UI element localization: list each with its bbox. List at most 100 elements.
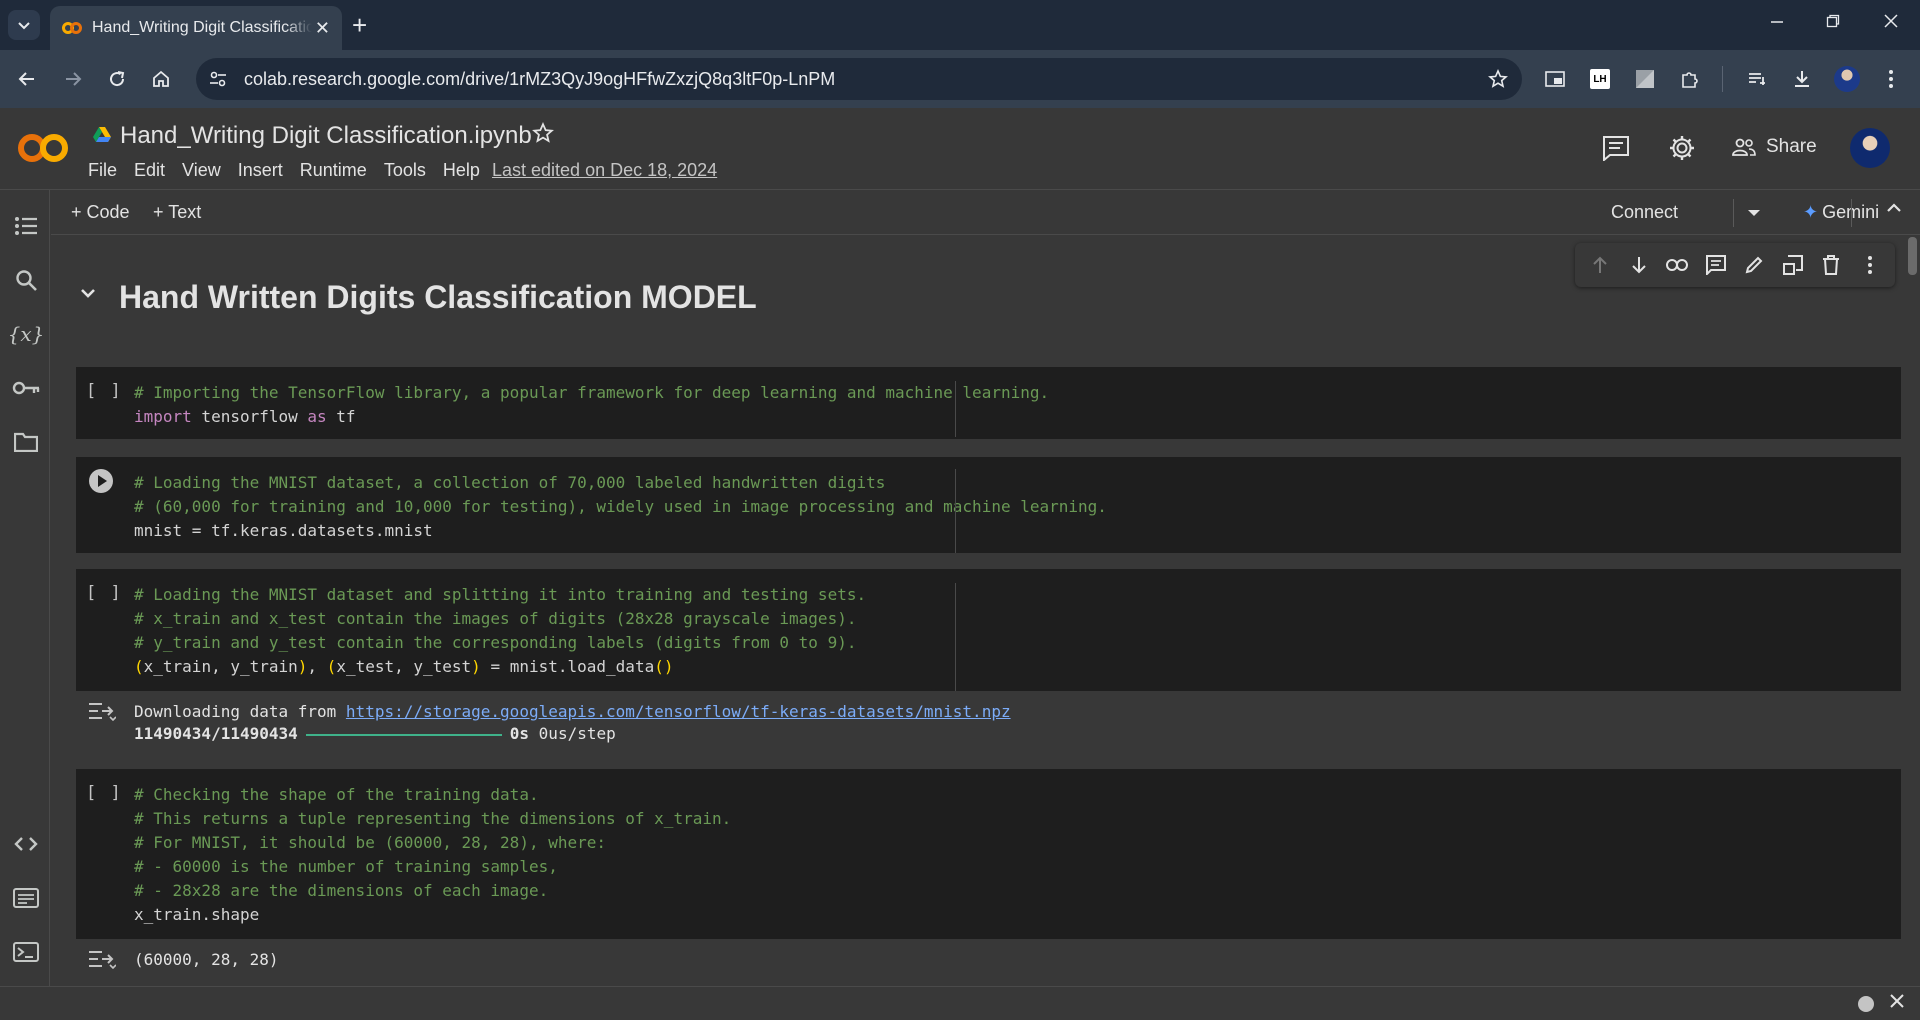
gemini-spark-icon: ✦ — [1803, 202, 1819, 222]
mirror-in-tab-icon[interactable] — [1779, 251, 1807, 279]
tab-close-icon[interactable]: ✕ — [315, 18, 330, 39]
code-editor[interactable]: # Checking the shape of the training dat… — [134, 783, 731, 927]
variables-icon[interactable]: {𝑥} — [8, 320, 45, 348]
progress-time: 0s — [509, 724, 530, 743]
home-icon[interactable] — [148, 66, 174, 92]
more-vert-icon[interactable] — [1878, 66, 1904, 92]
notebook-scrollbar[interactable] — [1904, 235, 1920, 986]
code-cell[interactable]: [ ] # Importing the TensorFlow library, … — [76, 367, 1901, 439]
menu-file[interactable]: File — [88, 160, 117, 181]
runtime-status-icon[interactable] — [1858, 996, 1874, 1012]
google-drive-icon[interactable] — [92, 126, 112, 144]
notebook-toolbar: + Code + Text Connect ✦Gemini — [51, 191, 1920, 235]
link-icon[interactable] — [1663, 251, 1691, 279]
ruler-guide — [955, 469, 956, 553]
dataset-url-link[interactable]: https://storage.googleapis.com/tensorflo… — [346, 702, 1011, 721]
account-avatar[interactable] — [1850, 128, 1890, 168]
menu-view[interactable]: View — [182, 160, 221, 181]
url-text[interactable]: colab.research.google.com/drive/1rMZ3QyJ… — [244, 69, 835, 90]
search-icon[interactable] — [12, 266, 40, 294]
code-editor[interactable]: # Loading the MNIST dataset, a collectio… — [134, 471, 1107, 543]
move-cell-up-icon[interactable] — [1586, 251, 1614, 279]
code-line: # - 60000 is the number of training samp… — [134, 857, 558, 876]
move-cell-down-icon[interactable] — [1625, 251, 1653, 279]
collapse-section-icon[interactable] — [79, 287, 97, 306]
menu-edit[interactable]: Edit — [134, 160, 165, 181]
puzzle-icon[interactable] — [1677, 66, 1703, 92]
menu-tools[interactable]: Tools — [384, 160, 426, 181]
extension-icon[interactable] — [1632, 66, 1658, 92]
add-comment-icon[interactable] — [1702, 251, 1730, 279]
media-controls-icon[interactable] — [1744, 66, 1770, 92]
notebook-body: Hand Written Digits Classification MODEL… — [51, 235, 1904, 986]
secrets-key-icon[interactable] — [12, 374, 40, 402]
menu-insert[interactable]: Insert — [238, 160, 283, 181]
files-folder-icon[interactable] — [12, 428, 40, 456]
share-label: Share — [1766, 136, 1817, 157]
run-cell-play-icon[interactable] — [89, 469, 113, 493]
browser-toolbar: colab.research.google.com/drive/1rMZ3QyJ… — [0, 50, 1920, 108]
address-bar[interactable]: colab.research.google.com/drive/1rMZ3QyJ… — [196, 58, 1522, 100]
new-tab-button[interactable]: + — [352, 10, 367, 40]
browser-tab[interactable]: Hand_Writing Digit Classificatio ✕ — [50, 6, 342, 50]
connect-button[interactable]: Connect — [1611, 202, 1678, 223]
gemini-button[interactable]: ✦Gemini — [1803, 202, 1879, 223]
output-actions-icon[interactable] — [88, 701, 117, 726]
scrollbar-thumb[interactable] — [1908, 237, 1917, 275]
toolbar-divider — [1851, 199, 1852, 227]
settings-gear-icon[interactable] — [1666, 132, 1698, 164]
star-notebook-icon[interactable] — [532, 122, 554, 151]
comments-icon[interactable] — [1600, 132, 1632, 164]
cell-run-bracket[interactable]: [ ] — [86, 583, 123, 603]
code-keyword: import — [134, 407, 192, 426]
close-status-icon[interactable] — [1890, 991, 1904, 1014]
table-of-contents-icon[interactable] — [12, 212, 40, 240]
cell-toolbar — [1575, 243, 1895, 287]
minimize-window-icon[interactable] — [1770, 12, 1784, 33]
colab-logo-icon[interactable] — [16, 130, 72, 166]
last-edited-link[interactable]: Last edited on Dec 18, 2024 — [492, 160, 717, 181]
delete-trash-icon[interactable] — [1817, 251, 1845, 279]
download-icon[interactable] — [1789, 66, 1815, 92]
more-vert-icon[interactable] — [1856, 251, 1884, 279]
collapse-header-icon[interactable] — [1885, 199, 1903, 222]
share-button[interactable]: Share — [1732, 136, 1817, 158]
code-cell[interactable]: [ ] # Loading the MNIST dataset and spli… — [76, 569, 1901, 691]
command-palette-icon[interactable] — [12, 884, 40, 912]
site-settings-icon[interactable] — [208, 69, 228, 89]
add-code-button[interactable]: + Code — [71, 202, 130, 223]
forward-arrow-icon[interactable] — [60, 66, 86, 92]
lighthouse-icon[interactable]: LH — [1587, 66, 1613, 92]
left-sidebar: {𝑥} — [0, 190, 50, 986]
add-text-button[interactable]: + Text — [153, 202, 201, 223]
back-arrow-icon[interactable] — [14, 66, 40, 92]
code-bracket: ) — [297, 657, 308, 676]
section-heading: Hand Written Digits Classification MODEL — [119, 279, 757, 315]
reload-icon[interactable] — [104, 66, 130, 92]
chevron-down-icon — [18, 22, 30, 30]
tab-search-button[interactable] — [8, 10, 40, 40]
menu-help[interactable]: Help — [443, 160, 480, 181]
code-cell[interactable]: # Loading the MNIST dataset, a collectio… — [76, 457, 1901, 553]
menu-runtime[interactable]: Runtime — [300, 160, 367, 181]
connect-dropdown-icon[interactable] — [1747, 205, 1761, 223]
code-cell[interactable]: [ ] # Checking the shape of the training… — [76, 769, 1901, 939]
output-actions-icon[interactable] — [88, 949, 117, 974]
progress-rate: 0us/step — [538, 724, 616, 743]
browser-tab-bar: Hand_Writing Digit Classificatio ✕ + — [0, 0, 1920, 50]
close-window-icon[interactable] — [1884, 12, 1898, 33]
code-editor[interactable]: # Importing the TensorFlow library, a po… — [134, 381, 1049, 429]
cell-run-bracket[interactable]: [ ] — [86, 783, 123, 803]
notebook-title[interactable]: Hand_Writing Digit Classification.ipynb — [120, 122, 532, 150]
restore-window-icon[interactable] — [1826, 12, 1840, 33]
progress-count: 11490434/11490434 — [134, 724, 298, 743]
code-editor[interactable]: # Loading the MNIST dataset and splittin… — [134, 583, 866, 679]
bookmark-star-icon[interactable] — [1488, 69, 1508, 89]
profile-avatar[interactable] — [1834, 66, 1860, 92]
picture-in-picture-icon[interactable] — [1542, 66, 1568, 92]
code-snippets-icon[interactable] — [12, 830, 40, 858]
cell-run-bracket[interactable]: [ ] — [86, 381, 123, 401]
colab-favicon-icon — [62, 22, 82, 34]
edit-pencil-icon[interactable] — [1740, 251, 1768, 279]
terminal-icon[interactable] — [12, 938, 40, 966]
